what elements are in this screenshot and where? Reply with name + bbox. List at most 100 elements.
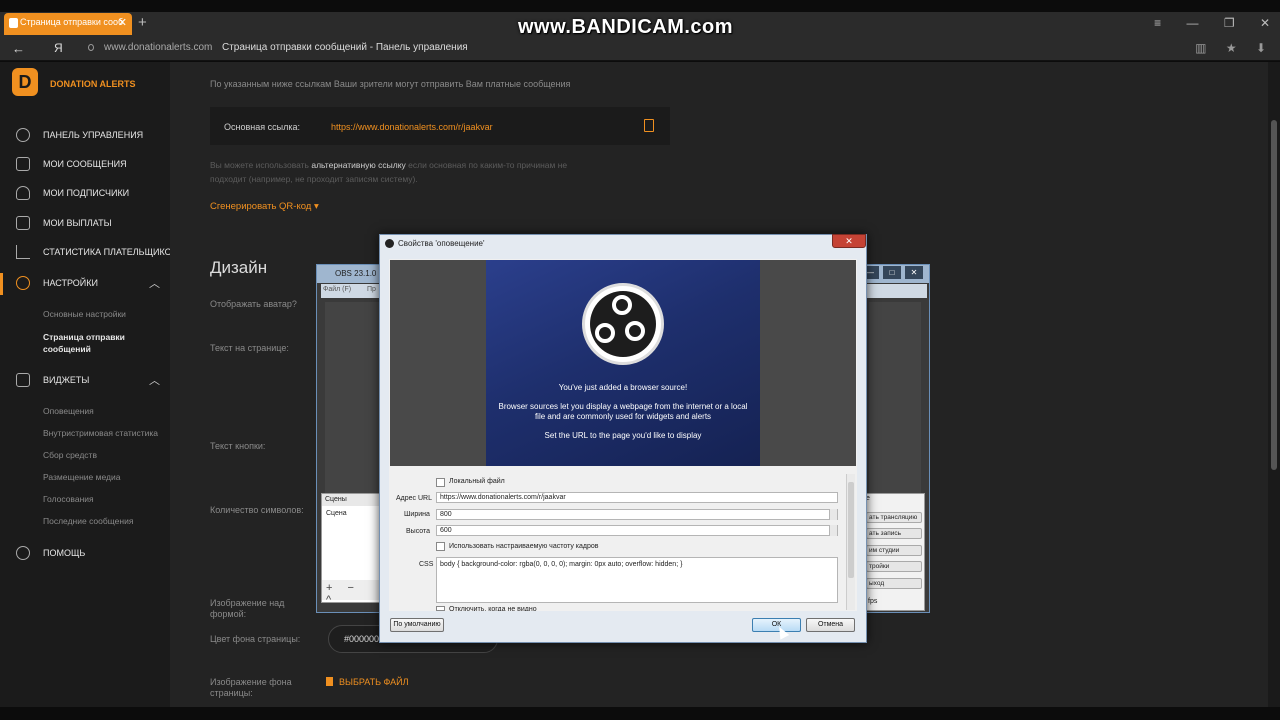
- sidebar-item-settings[interactable]: Настройки ︿: [0, 273, 170, 295]
- sidebar-subitem-polls[interactable]: Голосования: [43, 494, 94, 504]
- sidebar-item-messages[interactable]: Мои сообщения: [0, 154, 170, 176]
- width-spinner[interactable]: [829, 509, 837, 520]
- shutdown-label: Отключить, когда не видно: [449, 606, 537, 611]
- maximize-icon[interactable]: □: [883, 266, 901, 279]
- obs-menu-edit[interactable]: Пр: [367, 286, 376, 293]
- obs-title: OBS 23.1.0 (: [335, 269, 382, 278]
- banner-description: Browser sources let you display a webpag…: [498, 402, 748, 421]
- page-text-label: Текст на странице:: [210, 343, 289, 353]
- sidebar-subitem-send-page[interactable]: Страница отправки сообщений: [43, 331, 143, 355]
- sidebar-item-payer-stats[interactable]: Статистика плательщиков: [0, 242, 178, 264]
- dialog-title: Свойства 'оповещение': [398, 239, 485, 248]
- restore-icon[interactable]: ❐: [1224, 16, 1235, 30]
- sidebar-item-label: Виджеты: [43, 375, 90, 385]
- yandex-icon[interactable]: Я: [54, 41, 63, 55]
- sidebar-subitem-fundraising[interactable]: Сбор средств: [43, 450, 97, 460]
- alt-link[interactable]: альтернативную ссылку: [311, 160, 405, 170]
- scene-item[interactable]: Сцена: [326, 510, 347, 517]
- close-icon[interactable]: ✕: [1260, 16, 1270, 30]
- defaults-button[interactable]: По умолчанию: [390, 618, 444, 632]
- page-scrollbar[interactable]: [1268, 62, 1280, 707]
- intro-text: По указанным ниже ссылкам Ваши зрители м…: [210, 79, 571, 89]
- url-domain[interactable]: www.donationalerts.com: [104, 42, 212, 53]
- source-preview-left: [390, 260, 486, 466]
- avatar-label: Отображать аватар?: [210, 299, 297, 309]
- main-link-label: Основная ссылка:: [224, 122, 300, 132]
- dialog-scrollbar[interactable]: [846, 474, 855, 610]
- css-label: CSS: [419, 561, 434, 568]
- url-input[interactable]: https://www.donationalerts.com/r/jaakvar: [436, 492, 838, 503]
- sidebar-subitem-media[interactable]: Размещение медиа: [43, 472, 120, 482]
- sidebar-subitem-basic-settings[interactable]: Основные настройки: [43, 309, 126, 319]
- start-recording-button[interactable]: ать запись: [866, 528, 922, 539]
- main-link-url[interactable]: https://www.donationalerts.com/r/jaakvar: [331, 122, 493, 132]
- sidebar-subitem-last-messages[interactable]: Последние сообщения: [43, 516, 133, 526]
- banner-hint: Set the URL to the page you'd like to di…: [544, 431, 702, 440]
- scrollbar-thumb[interactable]: [1271, 120, 1277, 470]
- button-text-label: Текст кнопки:: [210, 441, 266, 451]
- scrollbar-thumb[interactable]: [848, 482, 854, 578]
- obs-logo-dot: [625, 321, 645, 341]
- sidebar-item-label: Мои выплаты: [43, 218, 112, 228]
- address-bar: ← Я www.donationalerts.com Страница отпр…: [0, 36, 1280, 61]
- tab-close-icon[interactable]: ✕: [118, 16, 127, 29]
- alt-note-text: Вы можете использовать: [210, 160, 312, 170]
- obs-logo-inner: [590, 291, 656, 357]
- subscribers-icon: [16, 186, 30, 200]
- image-above-label: Изображение над формой:: [210, 598, 285, 619]
- chevron-up-icon[interactable]: ︿: [149, 372, 160, 388]
- close-icon[interactable]: ✕: [905, 266, 923, 279]
- css-textarea[interactable]: body { background-color: rgba(0, 0, 0, 0…: [436, 557, 838, 603]
- bookmark-star-icon[interactable]: ★: [1226, 41, 1237, 55]
- height-spinner[interactable]: [829, 525, 837, 536]
- studio-mode-button[interactable]: им студии: [866, 545, 922, 556]
- obs-icon: [385, 239, 394, 248]
- start-streaming-button[interactable]: ать трансляцию: [866, 512, 922, 523]
- new-tab-button[interactable]: +: [138, 14, 147, 31]
- donation-alerts-logo[interactable]: D: [12, 68, 38, 96]
- copy-icon[interactable]: [644, 119, 654, 132]
- bg-color-value: #000000: [344, 634, 380, 644]
- sidebar-subitem-instream-stats[interactable]: Внутристримовая статистика: [43, 428, 158, 438]
- dialog-close-button[interactable]: ✕: [832, 234, 866, 248]
- minimize-icon[interactable]: —: [1186, 16, 1198, 30]
- custom-fps-checkbox[interactable]: [436, 542, 445, 551]
- exit-button[interactable]: ыход: [866, 578, 922, 589]
- scenes-panel: Сцены Сцена + − ^: [321, 493, 381, 606]
- obs-preview-right: [869, 302, 921, 498]
- browser-tab[interactable]: Страница отправки сооб ✕: [4, 13, 132, 35]
- address-right-icons: ▥ ★ ⬇: [1179, 41, 1266, 55]
- qr-code-dropdown[interactable]: Сгенерировать QR-код ▾: [210, 201, 319, 212]
- sidebar-item-label: Мои подписчики: [43, 188, 130, 198]
- cancel-button[interactable]: Отмена: [806, 618, 855, 632]
- sidebar-subitem-alerts[interactable]: Оповещения: [43, 406, 94, 416]
- back-arrow-icon[interactable]: ←: [12, 41, 25, 56]
- chevron-up-icon[interactable]: ︿: [149, 275, 160, 291]
- bottom-letterbox: [0, 707, 1280, 720]
- shutdown-checkbox[interactable]: [436, 606, 445, 611]
- obs-menu-file[interactable]: Файл (F): [323, 286, 351, 293]
- brand-name[interactable]: DONATION ALERTS: [50, 79, 136, 89]
- help-icon: [16, 546, 30, 560]
- height-value: 600: [440, 527, 452, 534]
- settings-button[interactable]: тройки: [866, 561, 922, 572]
- url-page-title[interactable]: Страница отправки сообщений - Панель упр…: [222, 42, 468, 53]
- sidebar-item-dashboard[interactable]: Панель управления: [0, 125, 170, 147]
- sidebar-item-subscribers[interactable]: Мои подписчики: [0, 183, 170, 205]
- dashboard-icon: [16, 128, 30, 142]
- width-label: Ширина: [404, 511, 430, 518]
- sidebar-item-widgets[interactable]: Виджеты ︿: [0, 370, 170, 392]
- menu-icon[interactable]: ≡: [1154, 16, 1161, 30]
- scene-toolbar[interactable]: + − ^: [322, 580, 380, 606]
- choose-file-button[interactable]: ВЫБРАТЬ ФАЙЛ: [326, 677, 409, 687]
- height-input[interactable]: 600: [436, 525, 838, 536]
- obs-logo-dot: [595, 323, 615, 343]
- reader-icon[interactable]: ▥: [1195, 41, 1206, 55]
- width-input[interactable]: 800: [436, 509, 838, 520]
- sidebar-item-label: Панель управления: [43, 130, 144, 140]
- lock-icon: [88, 44, 94, 51]
- download-icon[interactable]: ⬇: [1256, 41, 1266, 55]
- sidebar-item-payouts[interactable]: Мои выплаты: [0, 213, 170, 235]
- sidebar-item-help[interactable]: Помощь: [0, 543, 170, 565]
- local-file-checkbox[interactable]: [436, 478, 445, 487]
